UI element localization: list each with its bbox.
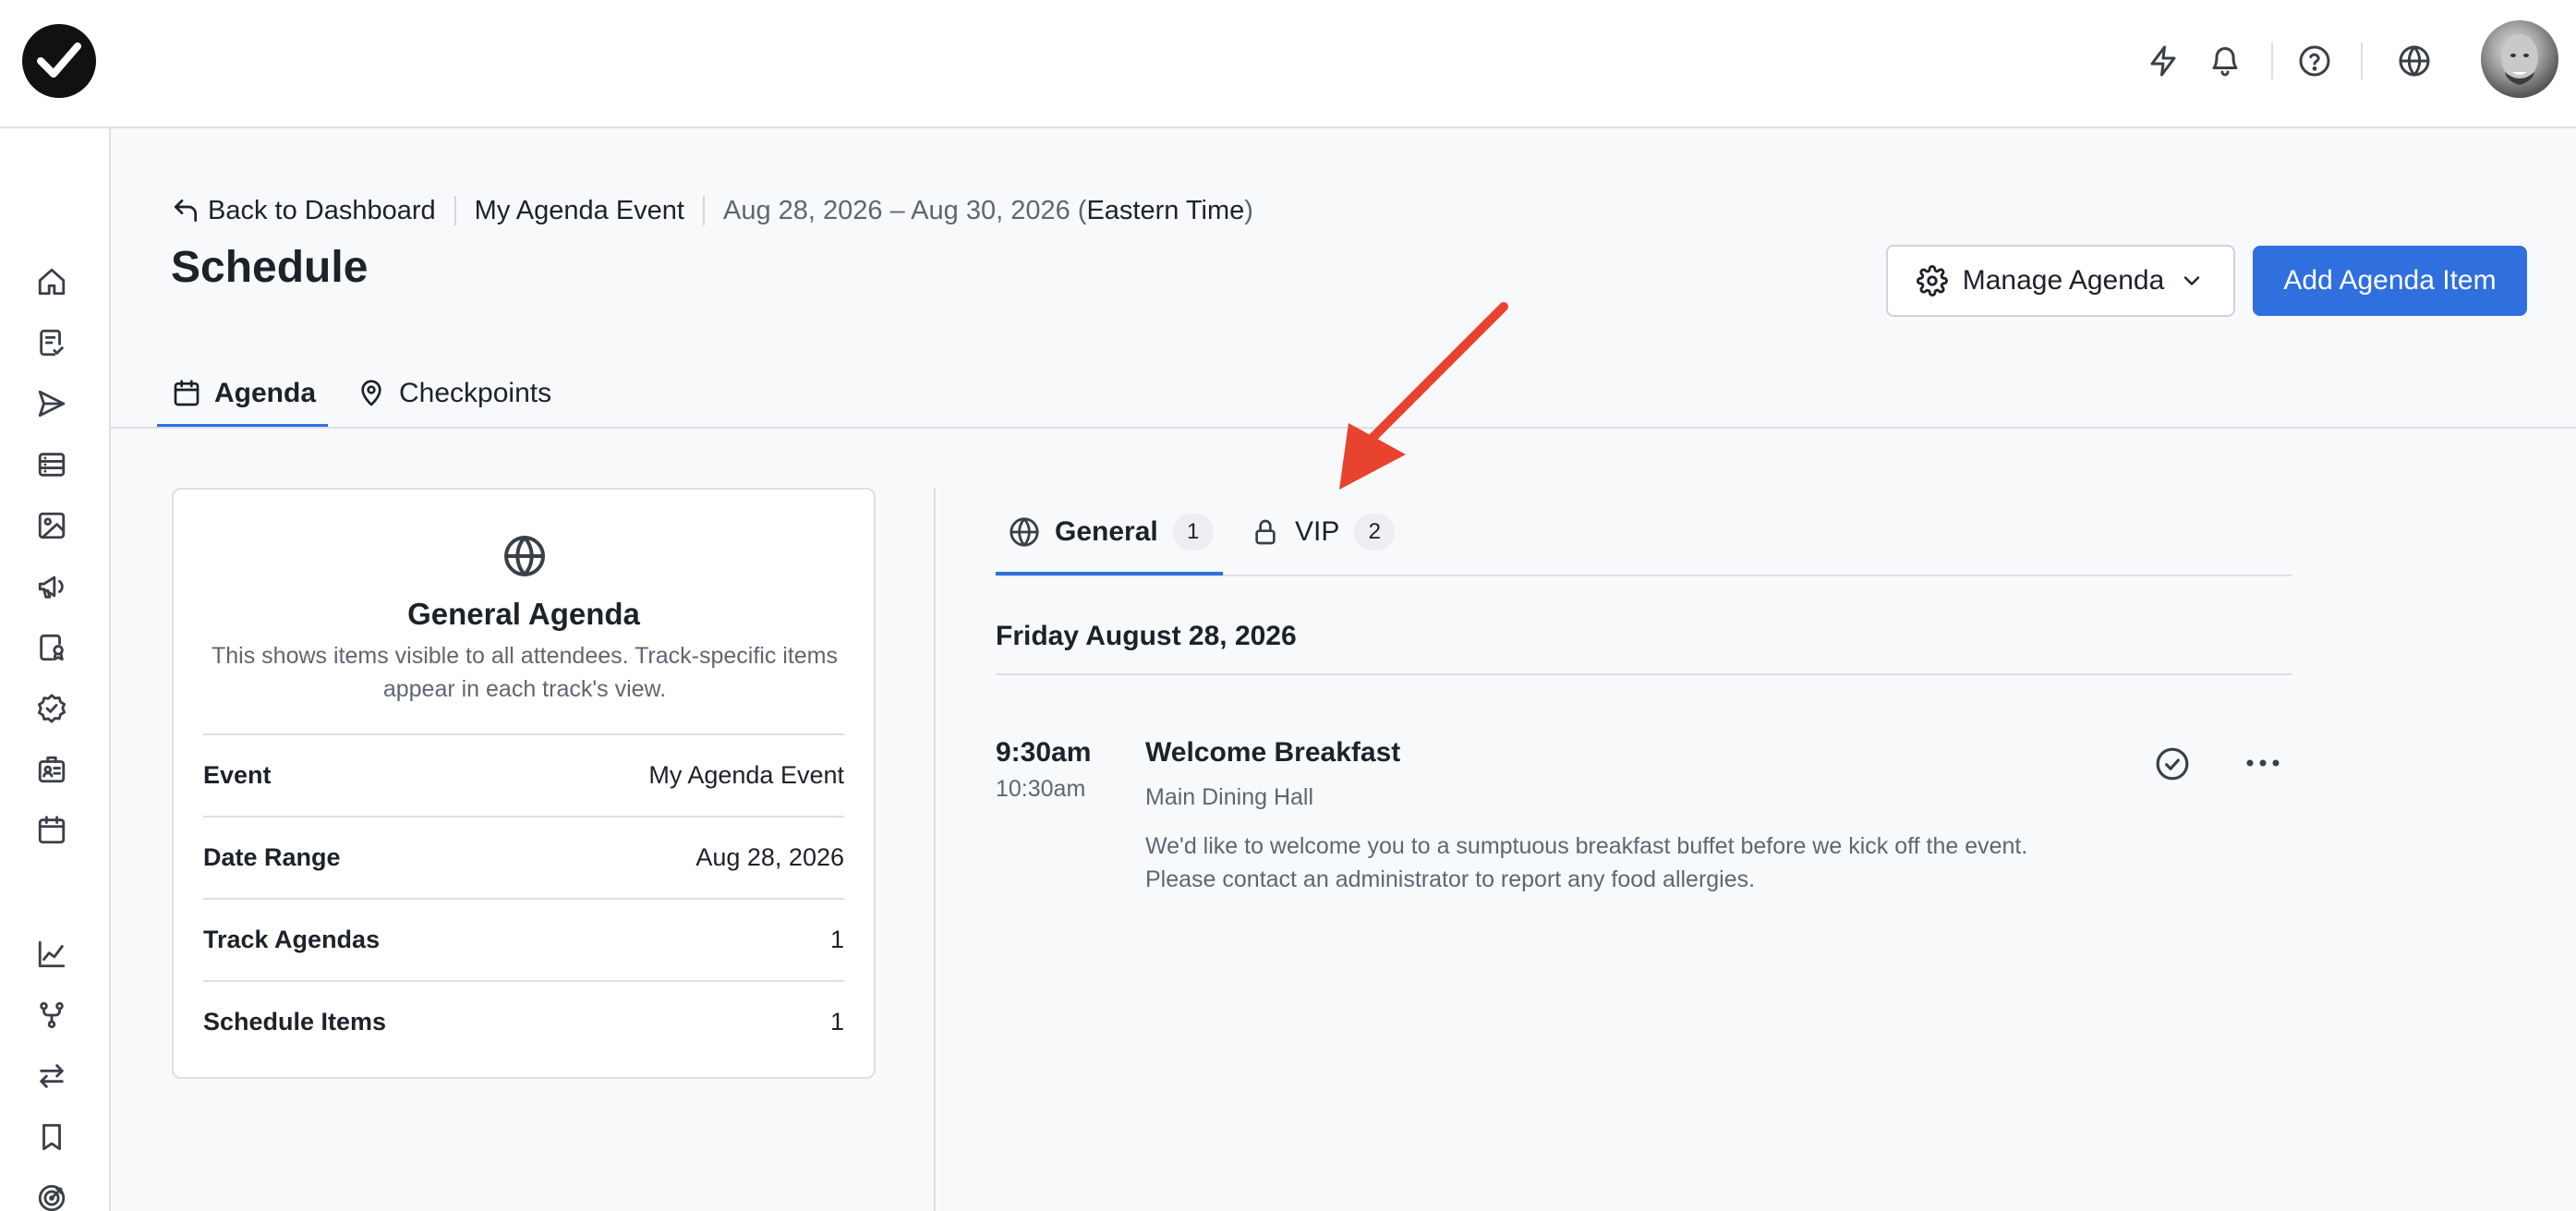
sidebar — [0, 128, 111, 1211]
item-start-time: 9:30am — [996, 737, 1092, 768]
event-date-close: ) — [1244, 195, 1253, 225]
card-row-value: Aug 28, 2026 — [695, 843, 844, 871]
track-tab-vip[interactable]: VIP 2 — [1251, 506, 1396, 558]
manage-agenda-button[interactable]: Manage Agenda — [1886, 245, 2235, 317]
card-row-label: Schedule Items — [203, 1008, 387, 1035]
map-pin-icon — [361, 380, 381, 406]
count-badge: 2 — [1354, 514, 1396, 551]
avatar[interactable] — [2481, 20, 2558, 98]
card-row-event: Event My Agenda Event — [203, 733, 844, 816]
chevron-down-icon — [2184, 276, 2200, 285]
breadcrumb-separator — [702, 196, 705, 225]
card-row-date-range: Date Range Aug 28, 2026 — [203, 816, 844, 898]
branch-icon[interactable] — [31, 995, 72, 1035]
item-description-line: Please contact an administrator to repor… — [1145, 866, 1756, 892]
chart-icon[interactable] — [31, 934, 72, 975]
checkmark-logo-icon — [37, 42, 81, 78]
topbar-separator — [2271, 42, 2273, 79]
item-description: We'd like to welcome you to a sumptuous … — [1145, 830, 2124, 896]
track-tab-label: General — [1055, 516, 1158, 547]
target-icon[interactable] — [31, 1178, 72, 1211]
general-agenda-card: General Agenda This shows items visible … — [172, 488, 876, 1079]
lock-icon — [1255, 519, 1276, 545]
card-row-label: Event — [203, 761, 272, 789]
breadcrumb: Back to Dashboard My Agenda Event Aug 28… — [171, 190, 1253, 231]
list-icon[interactable] — [31, 444, 72, 485]
top-bar — [0, 0, 2576, 128]
card-row-value: My Agenda Event — [648, 761, 844, 789]
item-location: Main Dining Hall — [1145, 784, 1314, 810]
home-icon[interactable] — [31, 261, 72, 302]
day-divider — [996, 673, 2292, 675]
tab-agenda[interactable]: Agenda — [172, 360, 316, 427]
content-divider — [934, 488, 936, 1211]
gear-icon — [1916, 265, 1948, 297]
active-track-indicator — [996, 572, 1223, 575]
card-title: General Agenda — [407, 597, 640, 631]
item-description-line: We'd like to welcome you to a sumptuous … — [1145, 833, 2028, 859]
globe-icon[interactable] — [2394, 41, 2435, 81]
event-timezone: Eastern Time — [1086, 195, 1245, 225]
avatar-face-icon — [2501, 34, 2538, 85]
annotation-arrow-icon — [1339, 302, 1508, 490]
item-end-time: 10:30am — [996, 776, 1086, 802]
image-icon[interactable] — [31, 505, 72, 546]
bell-icon[interactable] — [2205, 41, 2245, 81]
card-row-schedule-items: Schedule Items 1 — [203, 980, 844, 1062]
card-row-label: Date Range — [203, 843, 341, 871]
swap-icon[interactable] — [31, 1056, 72, 1096]
check-circle-icon[interactable] — [2155, 746, 2190, 781]
breadcrumb-separator — [454, 196, 456, 225]
tab-agenda-label: Agenda — [214, 378, 317, 408]
id-badge-icon[interactable] — [31, 749, 72, 790]
topbar-separator — [2361, 42, 2363, 79]
send-icon[interactable] — [31, 383, 72, 424]
card-description: This shows items visible to all attendee… — [211, 643, 838, 702]
checklist-icon[interactable] — [31, 322, 72, 363]
more-options-icon[interactable] — [2243, 746, 2283, 780]
badge-file-icon[interactable] — [31, 627, 72, 668]
item-title: Welcome Breakfast — [1145, 737, 1401, 768]
megaphone-icon[interactable] — [31, 566, 72, 607]
add-agenda-item-button[interactable]: Add Agenda Item — [2253, 246, 2527, 316]
track-tab-label: VIP — [1295, 516, 1340, 547]
help-icon[interactable] — [2294, 41, 2335, 81]
calendar-icon[interactable] — [31, 810, 72, 851]
event-date-range: Aug 28, 2026 – Aug 30, 2026 ( — [722, 195, 1087, 225]
bookmark-icon[interactable] — [31, 1117, 72, 1157]
event-name: My Agenda Event — [474, 195, 684, 225]
verified-icon[interactable] — [31, 688, 72, 729]
day-heading: Friday August 28, 2026 — [996, 621, 1297, 651]
tab-checkpoints[interactable]: Checkpoints — [357, 360, 551, 427]
manage-agenda-label: Manage Agenda — [1962, 265, 2165, 296]
card-row-label: Track Agendas — [203, 926, 381, 953]
back-arrow-icon — [175, 200, 197, 222]
card-row-value: 1 — [829, 1008, 844, 1035]
lightning-icon[interactable] — [2143, 41, 2183, 81]
back-to-dashboard-link[interactable]: Back to Dashboard — [171, 196, 436, 226]
back-label: Back to Dashboard — [208, 195, 436, 225]
track-tab-general[interactable]: General 1 — [1009, 506, 1214, 558]
card-row-track-agendas: Track Agendas 1 — [203, 898, 844, 980]
count-badge: 1 — [1172, 514, 1214, 551]
card-row-value: 1 — [829, 926, 844, 953]
globe-icon — [504, 536, 545, 576]
page-title: Schedule — [171, 243, 369, 292]
tab-checkpoints-label: Checkpoints — [399, 378, 552, 408]
globe-icon — [1010, 517, 1039, 547]
calendar-icon — [174, 380, 200, 406]
app-logo[interactable] — [22, 24, 96, 98]
